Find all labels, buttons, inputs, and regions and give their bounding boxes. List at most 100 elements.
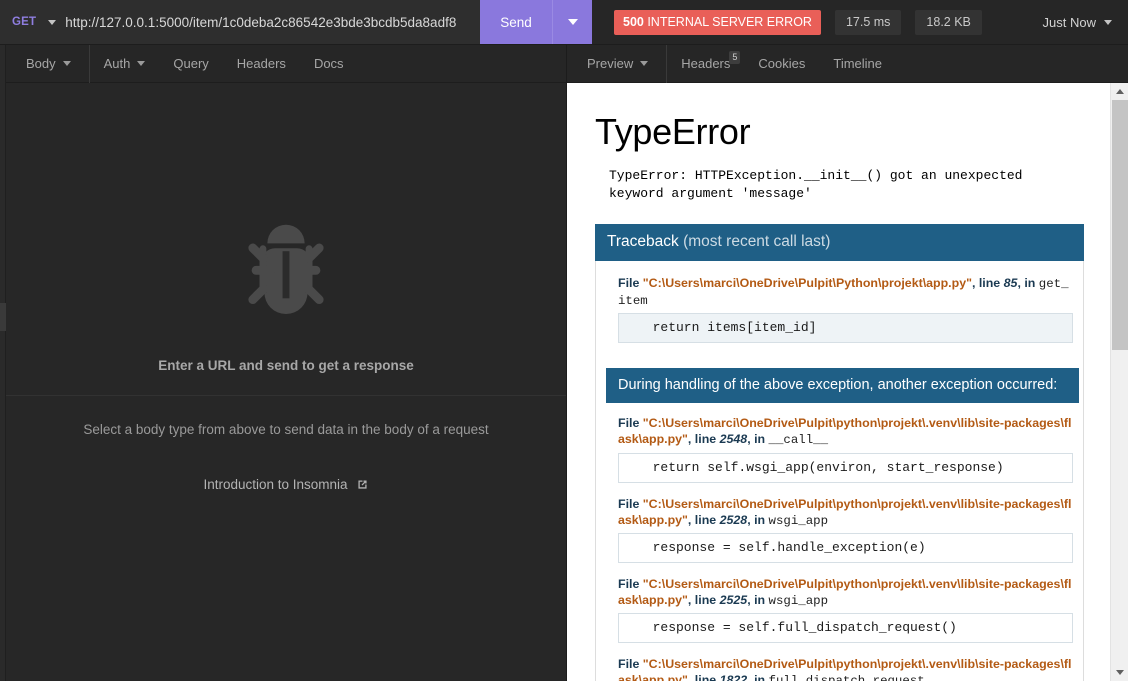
traceback-heading: Traceback (most recent call last) — [595, 223, 1084, 261]
traceback-frame-code: return self.wsgi_app(environ, start_resp… — [618, 452, 1073, 483]
sidebar-drag-handle[interactable] — [0, 303, 6, 331]
request-pane: Body Auth Query Headers Docs Enter a URL… — [6, 44, 567, 681]
line-label: , line — [687, 592, 720, 607]
line-number: 85 — [1003, 275, 1018, 290]
url-bar: GET http://127.0.0.1:5000/item/1c0deba2c… — [0, 0, 1128, 45]
line-label: , line — [971, 275, 1004, 290]
response-scrollbar[interactable] — [1110, 83, 1128, 681]
line-label: , line — [687, 673, 720, 681]
line-label: , line — [687, 432, 720, 447]
empty-state-subtitle: Select a body type from above to send da… — [83, 422, 489, 437]
function-name: __call__ — [768, 433, 829, 448]
tab-cookies[interactable]: Cookies — [744, 45, 819, 83]
traceback-frame-code: return items[item_id] — [618, 313, 1073, 344]
traceback-body: File "C:\Users\marci\OneDrive\Pulpit\Pyt… — [595, 260, 1084, 681]
traceback-heading-main: Traceback — [607, 232, 679, 250]
line-label: , line — [687, 512, 720, 527]
response-meta: 500 INTERNAL SERVER ERROR 17.5 ms 18.2 K… — [592, 0, 1128, 44]
function-name: full_dispatch_request — [769, 674, 925, 681]
file-label: File — [618, 496, 643, 511]
file-path: "C:\Users\marci\OneDrive\Pulpit\Python\p… — [642, 275, 972, 290]
history-label: Just Now — [1042, 14, 1096, 30]
scroll-up-button[interactable] — [1111, 83, 1128, 100]
tab-body-label: Body — [26, 55, 56, 71]
scrollbar-thumb[interactable] — [1112, 100, 1128, 350]
error-document: TypeError TypeError: HTTPException.__ini… — [567, 83, 1128, 681]
in-label: , in — [747, 592, 769, 607]
insomnia-window: GET http://127.0.0.1:5000/item/1c0deba2c… — [0, 0, 1128, 681]
chevron-down-icon[interactable] — [48, 19, 57, 25]
in-label: , in — [747, 512, 769, 527]
tab-timeline[interactable]: Timeline — [819, 45, 896, 83]
tab-response-headers-label: Headers — [681, 55, 731, 71]
traceback-frame: File "C:\Users\marci\OneDrive\Pulpit\pyt… — [596, 576, 1083, 656]
send-options-button[interactable] — [552, 0, 592, 44]
send-button[interactable]: Send — [480, 0, 552, 44]
line-number: 1822 — [719, 673, 748, 681]
traceback-frame-location: File "C:\Users\marci\OneDrive\Pulpit\Pyt… — [618, 275, 1073, 309]
chevron-down-icon — [640, 61, 649, 66]
line-number: 2528 — [719, 512, 748, 527]
file-label: File — [618, 275, 643, 290]
tab-timeline-label: Timeline — [833, 55, 883, 71]
response-size: 18.2 KB — [915, 9, 982, 35]
chevron-down-icon — [62, 61, 71, 66]
url-input[interactable]: http://127.0.0.1:5000/item/1c0deba2c8654… — [65, 15, 456, 30]
line-number: 2525 — [719, 592, 748, 607]
response-time: 17.5 ms — [834, 9, 902, 35]
response-tabs: Preview Headers 5 Cookies Timeline — [567, 44, 1128, 83]
tab-body[interactable]: Body — [10, 44, 90, 83]
traceback-frame-code: response = self.full_dispatch_request() — [618, 613, 1073, 644]
traceback-frame-location: File "C:\Users\marci\OneDrive\Pulpit\pyt… — [618, 415, 1073, 448]
traceback-frame-location: File "C:\Users\marci\OneDrive\Pulpit\pyt… — [618, 656, 1073, 681]
traceback-frame: File "C:\Users\marci\OneDrive\Pulpit\pyt… — [596, 656, 1083, 681]
divider — [6, 395, 566, 396]
traceback-heading-sub: (most recent call last) — [678, 232, 831, 250]
tab-query[interactable]: Query — [159, 45, 222, 83]
tab-docs[interactable]: Docs — [300, 45, 358, 83]
bug-icon — [232, 208, 340, 316]
file-path: "C:\Users\marci\OneDrive\Pulpit\python\p… — [618, 576, 1072, 607]
chevron-down-icon — [137, 61, 146, 66]
tab-auth-label: Auth — [103, 55, 131, 71]
main-split: Body Auth Query Headers Docs Enter a URL… — [0, 44, 1128, 681]
traceback-frame-location: File "C:\Users\marci\OneDrive\Pulpit\pyt… — [618, 496, 1073, 529]
tab-headers[interactable]: Headers — [223, 45, 300, 83]
scroll-down-button[interactable] — [1111, 664, 1128, 681]
nested-exception-heading: During handling of the above exception, … — [606, 368, 1079, 404]
response-pane: Preview Headers 5 Cookies Timeline TypeE… — [567, 44, 1128, 681]
traceback-frame: File "C:\Users\marci\OneDrive\Pulpit\pyt… — [596, 403, 1083, 495]
tab-headers-label: Headers — [236, 55, 286, 71]
request-empty-state: Enter a URL and send to get a response S… — [6, 83, 566, 681]
external-link-icon — [357, 480, 367, 489]
sidebar-collapsed-rail[interactable] — [0, 45, 6, 681]
introduction-link[interactable]: Introduction to Insomnia — [203, 477, 368, 492]
chevron-down-icon — [1104, 19, 1112, 25]
request-tabs: Body Auth Query Headers Docs — [6, 44, 566, 83]
traceback-frame-code: response = self.handle_exception(e) — [618, 532, 1073, 563]
tab-auth[interactable]: Auth — [90, 45, 160, 83]
tab-query-label: Query — [173, 55, 209, 71]
in-label: , in — [747, 673, 769, 681]
tab-preview[interactable]: Preview — [571, 44, 668, 83]
tab-response-headers[interactable]: Headers 5 — [667, 45, 744, 83]
in-label: , in — [1017, 275, 1039, 290]
http-method-label[interactable]: GET — [12, 16, 36, 28]
error-excerpt: TypeError: HTTPException.__init__() got … — [609, 168, 1023, 202]
function-name: wsgi_app — [768, 593, 829, 608]
file-label: File — [618, 576, 643, 591]
file-path: "C:\Users\marci\OneDrive\Pulpit\python\p… — [618, 416, 1072, 447]
status-badge: 500 INTERNAL SERVER ERROR — [614, 9, 821, 35]
empty-state-title: Enter a URL and send to get a response — [158, 358, 414, 373]
chevron-down-icon — [567, 19, 578, 25]
chevron-up-icon — [1116, 89, 1124, 94]
chevron-down-icon — [1116, 670, 1124, 675]
history-dropdown[interactable]: Just Now — [1043, 15, 1112, 30]
url-input-group[interactable]: GET http://127.0.0.1:5000/item/1c0deba2c… — [0, 0, 480, 44]
file-label: File — [618, 416, 643, 431]
file-path: "C:\Users\marci\OneDrive\Pulpit\python\p… — [618, 496, 1072, 527]
function-name: wsgi_app — [768, 513, 829, 528]
traceback-frame: File "C:\Users\marci\OneDrive\Pulpit\pyt… — [596, 496, 1083, 576]
status-code: 500 — [623, 14, 644, 29]
tab-cookies-label: Cookies — [758, 55, 806, 71]
